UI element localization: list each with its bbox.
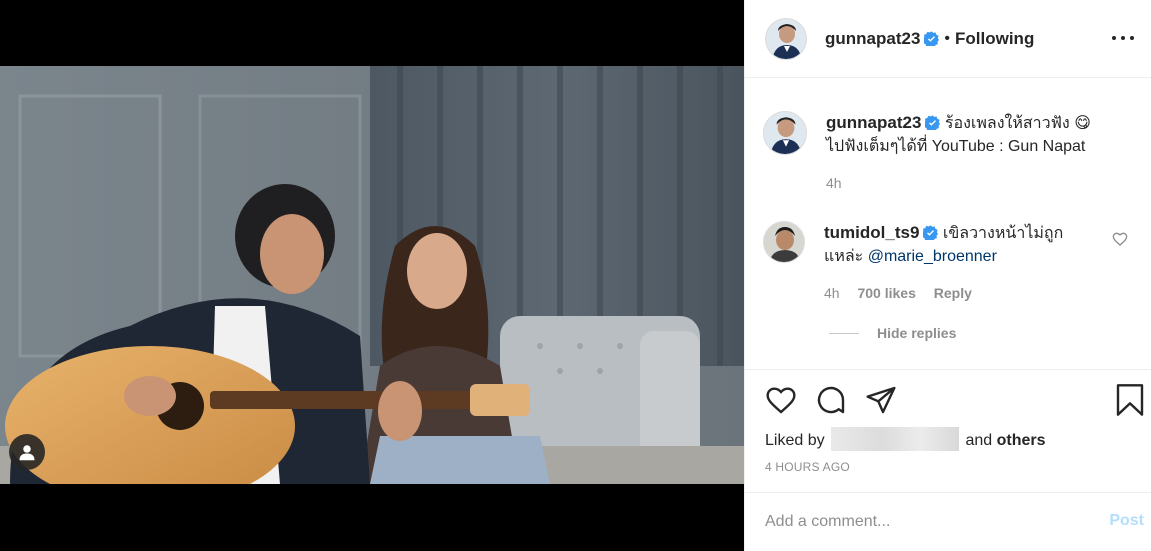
post-timestamp[interactable]: 4 HOURS AGO [765, 460, 850, 474]
like-comment-heart-icon[interactable] [1112, 231, 1128, 247]
video-still [0, 66, 744, 484]
author-avatar[interactable] [765, 17, 807, 60]
comment-composer: Post [745, 492, 1151, 551]
separator-dot: • [944, 29, 951, 47]
post-comment-button[interactable]: Post [1109, 512, 1144, 530]
reply-button[interactable]: Reply [934, 285, 972, 301]
author-avatar-image [766, 18, 806, 59]
post-actions: Liked by and others 4 HOURS AGO [745, 369, 1151, 489]
add-comment-input[interactable] [765, 509, 1085, 535]
caption-time[interactable]: 4h [826, 175, 842, 191]
caption-text-line2: ไปฟังเต็มๆได้ที่ YouTube : Gun Napat [826, 138, 1086, 155]
comment-text-line2: แหล่ะ [824, 248, 868, 265]
caption-body: gunnapat23 ร้องเพลงให้สาวฟัง 😋 ไปฟังเต็ม… [826, 111, 1091, 195]
comment-time[interactable]: 4h [824, 285, 840, 301]
liked-by-others-link[interactable]: others [997, 432, 1046, 449]
comment-mention-link[interactable]: @marie_broenner [868, 248, 997, 265]
post-media[interactable] [0, 0, 744, 551]
caption-username[interactable]: gunnapat23 [826, 113, 921, 132]
more-options-icon[interactable] [1112, 28, 1134, 48]
liked-by-connector: and [965, 432, 993, 449]
comment-body: tumidol_ts9 เขิลวางหน้าไม่ถูก แหล่ะ @mar… [824, 221, 1094, 305]
following-button[interactable]: Following [955, 29, 1034, 49]
comment-bubble-icon[interactable] [815, 384, 847, 416]
person-icon [19, 445, 35, 461]
author-username[interactable]: gunnapat23 [825, 29, 920, 49]
caption-avatar[interactable] [763, 111, 807, 155]
verified-badge-icon [923, 225, 939, 240]
caption-avatar-image [764, 112, 806, 154]
verified-badge-icon [925, 115, 941, 130]
video-frame[interactable] [0, 66, 744, 484]
verified-badge-icon [924, 31, 940, 46]
commenter-username[interactable]: tumidol_ts9 [824, 223, 919, 242]
like-heart-icon[interactable] [765, 384, 797, 416]
hide-replies-line [829, 332, 859, 334]
post-side-panel: gunnapat23 • Following gunnapat23 ร้องเพ… [744, 0, 1151, 551]
liked-by-blurred-user[interactable] [831, 427, 960, 451]
share-send-icon[interactable] [865, 384, 897, 416]
save-bookmark-icon[interactable] [1115, 384, 1145, 416]
liked-by-summary: Liked by and others [765, 427, 1046, 451]
post-header: gunnapat23 • Following [745, 0, 1151, 78]
hide-replies-button[interactable]: Hide replies [829, 325, 956, 341]
hide-replies-label: Hide replies [877, 325, 957, 341]
comment-text-line1: เขิลวางหน้าไม่ถูก [942, 225, 1064, 242]
caption-row: gunnapat23 ร้องเพลงให้สาวฟัง 😋 ไปฟังเต็ม… [763, 111, 1091, 195]
caption-text-line1: ร้องเพลงให้สาวฟัง 😋 [944, 115, 1091, 132]
liked-by-prefix: Liked by [765, 432, 825, 449]
commenter-avatar[interactable] [763, 221, 805, 263]
comment-likes[interactable]: 700 likes [857, 285, 915, 301]
commenter-avatar-image [764, 222, 804, 262]
comments-list: gunnapat23 ร้องเพลงให้สาวฟัง 😋 ไปฟังเต็ม… [745, 79, 1151, 369]
user-tag-button[interactable] [9, 434, 45, 470]
comment-row: tumidol_ts9 เขิลวางหน้าไม่ถูก แหล่ะ @mar… [763, 221, 1094, 305]
